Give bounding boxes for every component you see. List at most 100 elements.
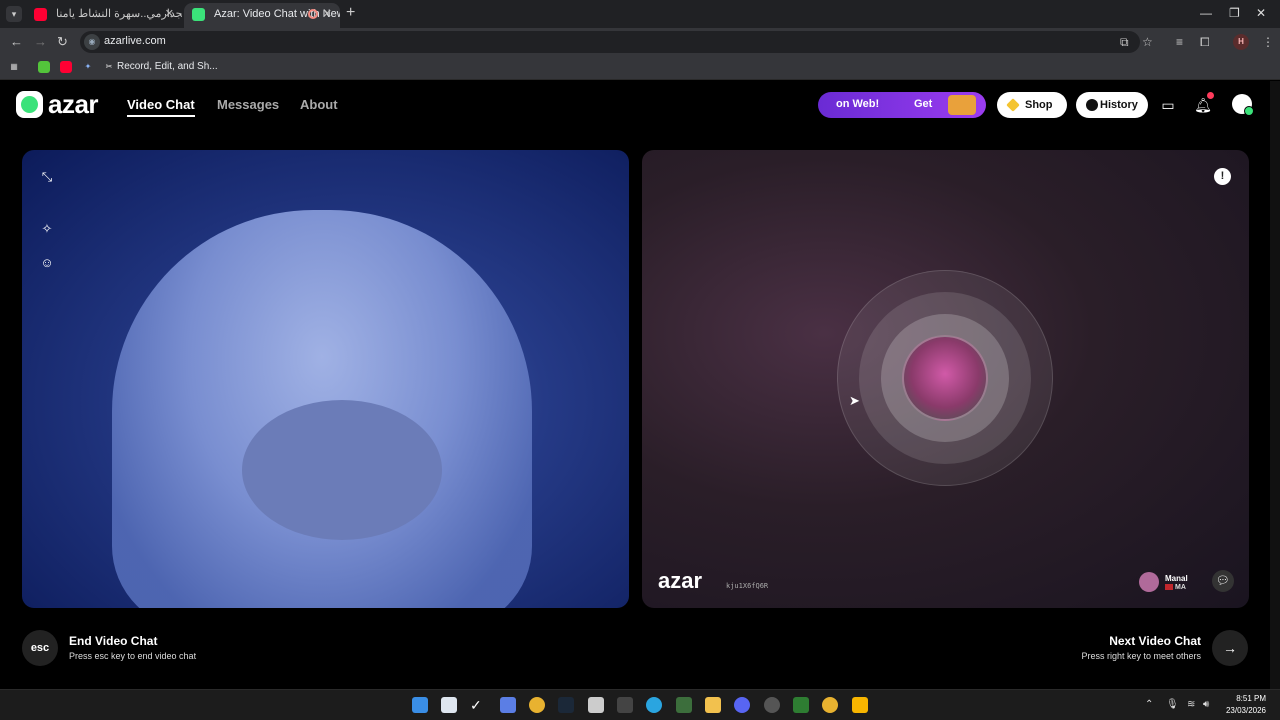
clock-icon	[1086, 99, 1098, 111]
inbox-icon[interactable]: ▭	[1159, 96, 1177, 114]
close-tab-icon[interactable]: ✕	[323, 3, 332, 25]
close-tab-icon[interactable]: ✕	[165, 3, 174, 25]
tray-overflow-icon[interactable]: ⌃	[1145, 699, 1153, 710]
steam-icon[interactable]	[558, 697, 574, 713]
end-chat-hint: Press esc key to end video chat	[69, 651, 197, 661]
treasure-chest-icon	[948, 95, 976, 115]
next-chat-arrow-icon[interactable]: →	[1212, 630, 1248, 666]
history-button[interactable]: History	[1076, 92, 1148, 118]
end-chat-button[interactable]: esc	[22, 630, 58, 666]
peer-name: Manal	[1165, 574, 1188, 583]
browser-toolbar: ← → ↻ ◉ azarlive.com ⧉ ☆ ≡ ⧠ ⋮	[0, 28, 1280, 56]
bookmarks-bar: ▦ ✦ ✂ Record, Edit, and Sh...	[0, 56, 1280, 80]
end-chat-title: End Video Chat	[69, 634, 158, 648]
windows-taskbar: ✓ ⌃ 🎙︎ ≋ 🔊︎ 8:51 PM 23/03/2026	[0, 689, 1280, 720]
file-explorer-icon[interactable]	[705, 697, 721, 713]
remote-video-panel: ! ➤ azar kju1X6fQ6R Manal MA 💬︎	[642, 150, 1249, 608]
browser-tab-youtube[interactable]: والالجدارمي..سهرة النشاط يامنا ✕	[26, 3, 182, 28]
window-close-icon[interactable]: ✕	[1256, 6, 1266, 20]
tab-title: Azar: Video Chat with New	[214, 8, 340, 20]
extensions-icon[interactable]: ⧠	[1200, 35, 1210, 50]
next-chat-title: Next Video Chat	[1109, 634, 1201, 648]
telegram-icon[interactable]	[646, 697, 662, 713]
chat-bubble-icon[interactable]: 💬︎	[1212, 570, 1234, 592]
chrome-icon[interactable]	[529, 697, 545, 713]
clock-time: 8:51 PM	[1236, 694, 1266, 703]
wifi-icon[interactable]: ≋	[1187, 699, 1195, 710]
promo-text: on Web!	[836, 98, 880, 110]
peer-profile-photo	[902, 335, 988, 421]
restore-icon[interactable]: ❐	[1229, 6, 1240, 20]
address-bar[interactable]: ◉ azarlive.com	[80, 31, 1140, 53]
media-controls-icon[interactable]: ≡	[1176, 35, 1183, 49]
forward-icon[interactable]: →	[34, 34, 47, 49]
record-bookmark-icon[interactable]: ✂	[103, 61, 115, 73]
chrome-menu-icon[interactable]: ⋮	[1262, 35, 1274, 49]
reload-icon[interactable]: ↻	[57, 34, 68, 50]
report-icon[interactable]: !	[1214, 168, 1231, 185]
peer-info-chip[interactable]: Manal MA	[1139, 568, 1203, 596]
nav-messages[interactable]: Messages	[217, 97, 279, 112]
back-icon[interactable]: ←	[10, 34, 23, 49]
discord-icon[interactable]	[734, 697, 750, 713]
clock-date: 23/03/2026	[1225, 706, 1266, 715]
mouse-cursor-icon: ➤	[849, 393, 860, 408]
tab-title: والالجدارمي..سهرة النشاط يامنا	[56, 8, 182, 20]
local-video-panel: ⤡ ✧ ☺	[22, 150, 629, 608]
peer-country: MA	[1165, 584, 1186, 591]
recording-icon	[308, 9, 318, 19]
new-tab-icon[interactable]: +	[346, 4, 355, 22]
minimize-video-icon[interactable]: ⤡	[39, 169, 55, 185]
app-icon[interactable]	[676, 697, 692, 713]
browser-tab-azar[interactable]: Azar: Video Chat with New ✕	[184, 3, 340, 28]
azar-logo-icon[interactable]	[16, 91, 43, 118]
taskbar-clock[interactable]: 8:51 PM 23/03/2026	[1226, 693, 1266, 717]
history-label: History	[1100, 99, 1138, 111]
checkmark-app-icon[interactable]: ✓	[470, 697, 486, 713]
app-icon[interactable]	[617, 697, 633, 713]
youtube-favicon-icon	[34, 8, 47, 21]
url-text: azarlive.com	[104, 35, 166, 47]
volume-icon[interactable]: 🔊︎	[1203, 699, 1209, 710]
apps-grid-icon[interactable]: ▦	[8, 61, 20, 73]
task-view-icon[interactable]	[441, 697, 457, 713]
next-chat-hint: Press right key to meet others	[1081, 651, 1201, 661]
page-scrollbar[interactable]	[1270, 81, 1280, 689]
kick-bookmark-icon[interactable]	[38, 61, 50, 73]
azar-logo-text[interactable]: azar	[48, 89, 99, 120]
bookmark-label[interactable]: Record, Edit, and Sh...	[117, 61, 218, 72]
azar-app: azar Video Chat Messages About on Web! G…	[0, 81, 1270, 689]
user-avatar[interactable]	[1232, 94, 1254, 116]
rockstar-icon[interactable]	[852, 697, 868, 713]
store-icon[interactable]	[588, 697, 604, 713]
chrome-icon[interactable]	[822, 697, 838, 713]
microphone-icon[interactable]: 🎙︎	[1166, 699, 1179, 710]
install-app-icon[interactable]: ⧉	[1120, 35, 1129, 50]
magic-wand-icon[interactable]: ✧	[39, 221, 55, 237]
browser-profile-avatar[interactable]: H	[1233, 34, 1249, 50]
youtube-bookmark-icon[interactable]	[60, 61, 72, 73]
nav-about[interactable]: About	[300, 97, 338, 112]
morocco-flag-icon	[1165, 584, 1173, 591]
bookmark-star-icon[interactable]: ☆	[1142, 35, 1153, 49]
app-icon[interactable]	[500, 697, 516, 713]
face-filter-icon[interactable]: ☺	[39, 255, 55, 271]
promo-cta: Get	[914, 98, 933, 110]
promo-banner[interactable]: on Web! Get	[818, 92, 986, 118]
gem-icon	[1006, 98, 1020, 112]
start-icon[interactable]	[412, 697, 428, 713]
app-icon[interactable]	[793, 697, 809, 713]
peer-avatar	[1139, 572, 1159, 592]
site-info-icon[interactable]: ◉	[84, 34, 100, 50]
shop-label: Shop	[1025, 99, 1053, 111]
nav-video-chat[interactable]: Video Chat	[127, 97, 195, 117]
tab-search-icon[interactable]: ▾	[6, 6, 22, 22]
gemini-bookmark-icon[interactable]: ✦	[82, 61, 94, 73]
peer-country-code: MA	[1175, 584, 1186, 591]
minimize-icon[interactable]: —	[1200, 6, 1212, 20]
shop-button[interactable]: Shop	[997, 92, 1067, 118]
notification-badge	[1207, 92, 1214, 99]
azar-watermark: azar	[658, 568, 703, 593]
app-icon[interactable]	[764, 697, 780, 713]
watermark-id: kju1X6fQ6R	[726, 582, 769, 590]
